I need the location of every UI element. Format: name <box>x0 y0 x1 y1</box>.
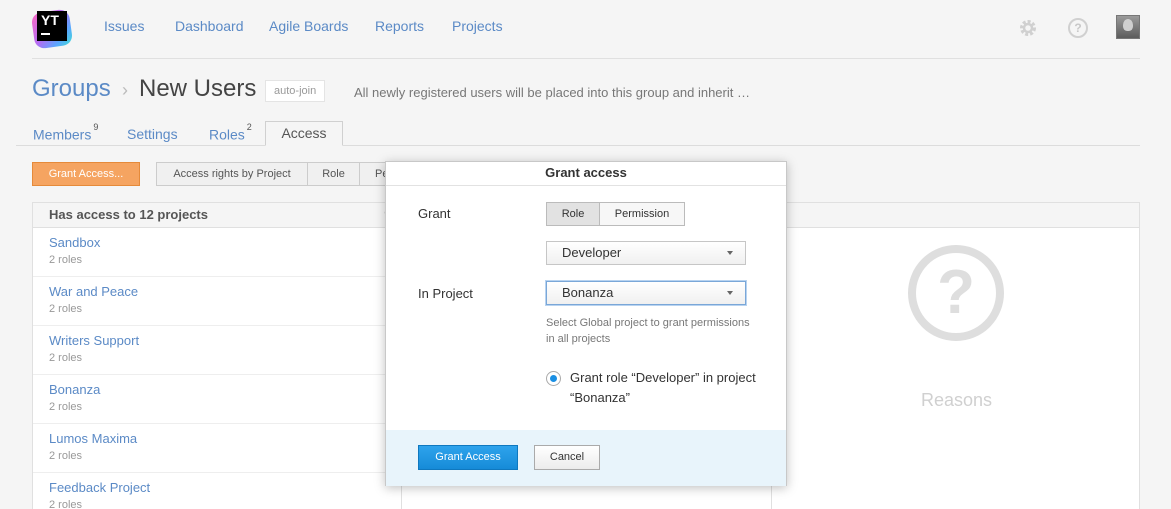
project-roles: 2 roles <box>49 254 83 266</box>
nav-issues[interactable]: Issues <box>104 18 144 34</box>
project-label: In Project <box>418 286 473 301</box>
gear-icon[interactable] <box>1018 18 1038 38</box>
project-row[interactable]: Feedback Project 2 roles <box>33 473 401 509</box>
grant-role-toggle[interactable]: Role <box>546 202 600 226</box>
reasons-placeholder: Reasons <box>920 390 993 410</box>
projects-count-label: Has access to 12 projects <box>49 207 208 222</box>
project-row[interactable]: Lumos Maxima 2 roles <box>33 424 401 473</box>
nav-dashboard[interactable]: Dashboard <box>175 18 244 34</box>
breadcrumb-groups[interactable]: Groups <box>32 75 111 103</box>
nav-reports[interactable]: Reports <box>375 18 424 34</box>
cancel-button[interactable]: Cancel <box>534 445 600 470</box>
chevron-down-icon <box>727 251 733 255</box>
grant-access-button[interactable]: Grant Access... <box>32 162 140 186</box>
tab-access[interactable]: Access <box>265 121 343 146</box>
breadcrumb-separator: › <box>122 80 128 100</box>
tab-settings[interactable]: Settings <box>127 126 178 142</box>
chevron-down-icon <box>727 291 733 295</box>
grant-permission-toggle[interactable]: Permission <box>599 202 685 226</box>
question-icon: ? <box>908 245 1004 341</box>
avatar[interactable] <box>1116 15 1140 39</box>
project-roles: 2 roles <box>49 499 83 509</box>
members-count: 9 <box>93 122 99 132</box>
grant-access-dialog: Grant access Grant Role Permission Devel… <box>385 161 787 486</box>
project-select[interactable]: Bonanza <box>546 281 746 305</box>
tab-roles-label: Roles <box>209 126 245 143</box>
project-row[interactable]: War and Peace 2 roles <box>33 277 401 326</box>
projects-panel: Has access to 12 projects Sandbox 2 roles… <box>32 202 402 509</box>
tab-bar: Members 9 Settings Roles 2 Access <box>16 121 1140 146</box>
auto-join-badge: auto-join <box>265 80 326 102</box>
page-title: New Users <box>139 75 257 102</box>
tab-members[interactable]: Members 9 <box>33 122 98 143</box>
project-roles: 2 roles <box>49 450 83 462</box>
projects-panel-header: Has access to 12 projects <box>33 203 401 228</box>
view-by-project-button[interactable]: Access rights by Project <box>156 162 308 186</box>
help-icon[interactable]: ? <box>1068 18 1088 38</box>
group-description: All newly registered users will be place… <box>354 85 750 100</box>
project-name[interactable]: Bonanza <box>49 382 401 398</box>
project-name[interactable]: Writers Support <box>49 333 401 349</box>
nav-agile-boards[interactable]: Agile Boards <box>269 18 348 34</box>
dialog-footer: Grant Access Cancel <box>386 430 786 486</box>
project-row[interactable]: Writers Support 2 roles <box>33 326 401 375</box>
top-bar: YT Issues Dashboard Agile Boards Reports… <box>0 0 1171 58</box>
tab-members-label: Members <box>33 126 92 143</box>
reasons-panel-header <box>772 203 1139 228</box>
project-name[interactable]: Feedback Project <box>49 480 401 496</box>
nav-projects[interactable]: Projects <box>452 18 503 34</box>
grant-option-label[interactable]: Grant role “Developer” in project “Bonan… <box>570 368 770 408</box>
youtrack-logo-icon[interactable]: YT <box>30 7 74 50</box>
project-name[interactable]: Lumos Maxima <box>49 431 401 447</box>
dialog-title: Grant access <box>386 162 786 186</box>
roles-count: 2 <box>246 122 252 132</box>
project-name[interactable]: War and Peace <box>49 284 401 300</box>
confirm-grant-access-button[interactable]: Grant Access <box>418 445 518 470</box>
logo-text: YT <box>41 12 59 28</box>
project-roles: 2 roles <box>49 352 83 364</box>
role-select[interactable]: Developer <box>546 241 746 265</box>
grant-option-radio[interactable] <box>546 371 561 386</box>
project-name[interactable]: Sandbox <box>49 235 401 251</box>
header-divider <box>32 58 1140 59</box>
grant-label: Grant <box>418 206 451 221</box>
view-by-role-button[interactable]: Role <box>307 162 360 186</box>
project-hint: Select Global project to grant permissio… <box>546 317 750 345</box>
project-row[interactable]: Bonanza 2 roles <box>33 375 401 424</box>
role-select-value: Developer <box>562 245 622 260</box>
reasons-panel: ? Reasons <box>771 202 1140 509</box>
project-roles: 2 roles <box>49 401 83 413</box>
project-select-value: Bonanza <box>562 285 614 300</box>
tab-roles[interactable]: Roles 2 <box>209 122 252 143</box>
project-roles: 2 roles <box>49 303 83 315</box>
project-row[interactable]: Sandbox 2 roles <box>33 228 401 277</box>
